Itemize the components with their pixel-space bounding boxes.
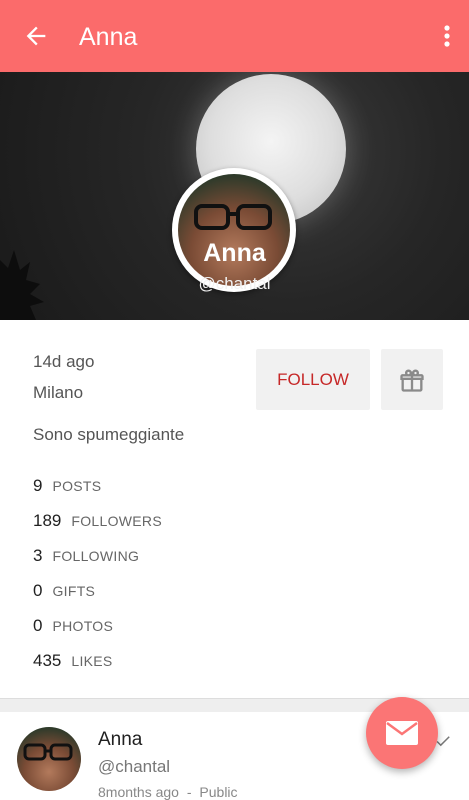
post-avatar[interactable]	[17, 727, 81, 791]
post-author-handle: @chantal	[98, 757, 171, 776]
stat-label: FOLLOWING	[52, 548, 140, 564]
post-author-name: Anna	[98, 729, 143, 750]
stat-posts[interactable]: 9 POSTS	[33, 476, 101, 500]
last-seen-text: 14d ago	[33, 352, 95, 371]
stat-label: GIFTS	[52, 583, 96, 599]
page-title: Anna	[79, 23, 138, 51]
mail-icon	[386, 721, 418, 745]
follow-button[interactable]: FOLLOW	[256, 349, 370, 410]
post-meta: 8months ago - Public	[98, 784, 238, 800]
location-text: Milano	[33, 383, 84, 402]
stat-value: 3	[33, 546, 43, 565]
app-bar: Anna	[0, 0, 469, 72]
post-visibility: Public	[199, 784, 238, 800]
stat-followers[interactable]: 189 FOLLOWERS	[33, 511, 162, 535]
glasses-graphic	[194, 204, 272, 230]
stat-value: 0	[33, 581, 43, 600]
profile-name: Anna	[203, 239, 266, 267]
profile-cover: Anna @chantal	[0, 72, 469, 320]
message-fab-button[interactable]	[366, 697, 438, 769]
profile-handle: @chantal	[198, 274, 271, 293]
gift-icon	[400, 369, 424, 392]
more-vert-icon[interactable]	[443, 22, 451, 50]
post-separator: -	[186, 784, 192, 800]
stat-label: LIKES	[71, 653, 113, 669]
stat-following[interactable]: 3 FOLLOWING	[33, 546, 139, 570]
gift-button[interactable]	[381, 349, 443, 410]
stat-value: 0	[33, 616, 43, 635]
stat-photos[interactable]: 0 PHOTOS	[33, 616, 113, 640]
glasses-graphic	[23, 743, 73, 761]
stat-value: 9	[33, 476, 43, 495]
post-time: 8months ago	[98, 784, 179, 800]
stat-gifts[interactable]: 0 GIFTS	[33, 581, 95, 605]
stat-label: PHOTOS	[52, 618, 114, 634]
stat-value: 435	[33, 651, 62, 670]
stat-label: FOLLOWERS	[71, 513, 162, 529]
stat-likes[interactable]: 435 LIKES	[33, 651, 113, 675]
bio-text: Sono spumeggiante	[33, 425, 185, 444]
arrow-back-icon[interactable]	[22, 22, 50, 50]
stat-value: 189	[33, 511, 62, 530]
stat-label: POSTS	[52, 478, 102, 494]
